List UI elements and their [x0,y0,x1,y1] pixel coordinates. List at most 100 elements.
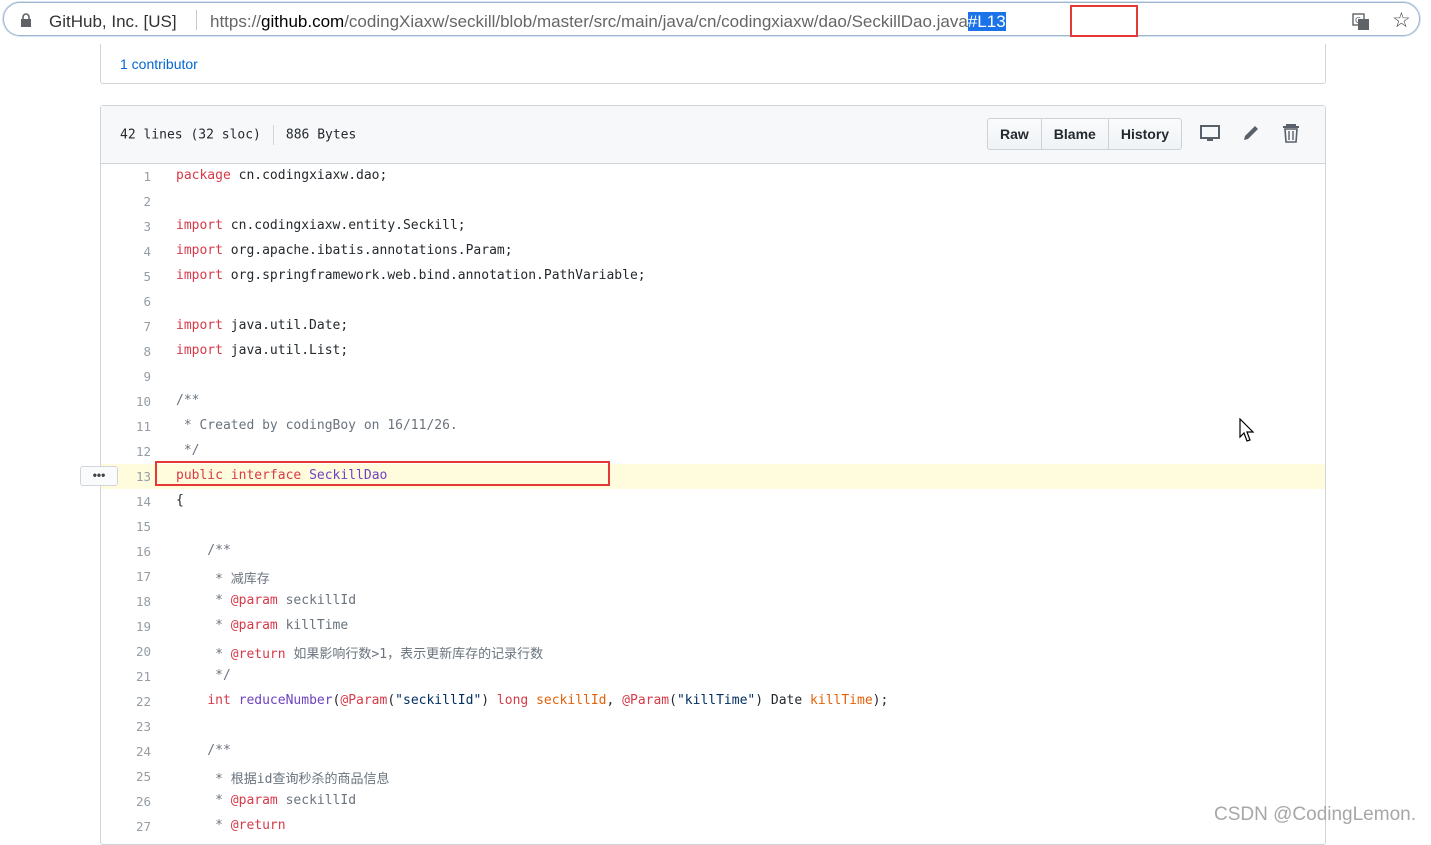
code-token: * 减库存 [176,572,270,587]
trash-icon[interactable] [1280,122,1302,144]
line-number[interactable]: 2 [101,194,151,209]
code-line: 10 /** [101,389,1325,414]
line-number[interactable]: 8 [101,344,151,359]
line-number[interactable]: 19 [101,619,151,634]
line-number[interactable]: 18 [101,594,151,609]
blame-button[interactable]: Blame [1040,118,1109,150]
line-number[interactable]: 4 [101,244,151,259]
contributors-box: 1 contributor [100,44,1326,84]
code-line: 17 * 减库存 [101,564,1325,589]
code-line: 6 [101,289,1325,314]
lock-icon[interactable] [20,13,32,27]
code-line: 22 int reduceNumber(@Param("seckillId") … [101,689,1325,714]
code-token: import [176,343,223,358]
code-token: reduceNumber [238,693,333,708]
url-highlight-annotation [1070,5,1138,37]
line-number[interactable]: 7 [101,319,151,334]
line-number[interactable]: 15 [101,519,151,534]
star-icon[interactable]: ☆ [1392,10,1411,31]
code-line: 11 * Created by codingBoy on 16/11/26. [101,414,1325,439]
line-number[interactable]: 20 [101,644,151,659]
code-token: * 根据id查询秒杀的商品信息 [176,772,390,787]
code-line: 26 * @param seckillId [101,789,1325,814]
line-number[interactable]: 9 [101,369,151,384]
line-content: import org.apache.ibatis.annotations.Par… [176,243,513,258]
code-token: int [207,693,231,708]
line-number[interactable]: 6 [101,294,151,309]
line-number[interactable]: 16 [101,544,151,559]
line-content: * Created by codingBoy on 16/11/26. [176,418,458,433]
code-line: 4 import org.apache.ibatis.annotations.Pa… [101,239,1325,264]
code-token: @Param [340,693,388,708]
code-line: 15 [101,514,1325,539]
line-number[interactable]: 21 [101,669,151,684]
line-actions-button[interactable]: ••• [80,466,118,486]
raw-button[interactable]: Raw [987,118,1042,150]
code-token: * Created by codingBoy on 16/11/26. [176,418,458,433]
file-size: 886 Bytes [285,127,357,143]
line-content: package cn.codingxiaxw.dao; [176,168,387,183]
code-token: */ [176,443,200,458]
line-content: { [176,493,184,508]
code-token: ( [669,693,677,708]
code-token: killTime [810,693,873,708]
translate-icon[interactable]: G [1352,13,1370,31]
code-token: long [496,693,529,708]
code-token: * [176,793,231,808]
code-token: * [176,618,231,633]
line-number[interactable]: 25 [101,769,151,784]
address-divider [196,10,197,30]
line-content: int reduceNumber(@Param("seckillId") lon… [176,693,888,708]
code-token: "seckillId" [395,693,482,708]
contributors-link[interactable]: 1 contributor [120,56,198,72]
code-token: seckillId [277,793,357,808]
code-token: @param [230,793,278,808]
line-number[interactable]: 14 [101,494,151,509]
code-token: java.util.List; [222,343,349,358]
code-token: org.apache.ibatis.annotations.Param; [222,243,513,258]
code-line: 27 * @return [101,814,1325,839]
line-number[interactable]: 12 [101,444,151,459]
code-line: 1 package cn.codingxiaxw.dao; [101,164,1325,189]
code-token: import [176,243,223,258]
desktop-icon[interactable] [1199,122,1221,144]
line-content: * @return 如果影响行数>1，表示更新库存的记录行数 [176,643,543,662]
line-number[interactable]: 22 [101,694,151,709]
url-text[interactable]: https://github.com/codingXiaxw/seckill/b… [210,12,1006,32]
file-info: 42 lines (32 sloc) 886 Bytes [120,125,356,145]
line-number[interactable]: 10 [101,394,151,409]
pencil-icon[interactable] [1240,122,1262,144]
line-number[interactable]: 11 [101,419,151,434]
code-line: 14 { [101,489,1325,514]
line-content: */ [176,443,200,458]
code-line: 21 */ [101,664,1325,689]
line-content: * @return [176,818,285,833]
file-header: 42 lines (32 sloc) 886 Bytes Raw Blame Hi… [101,106,1325,164]
line-content: * @param seckillId [176,793,356,808]
code-line: 5 import org.springframework.web.bind.ann… [101,264,1325,289]
site-identity[interactable]: GitHub, Inc. [US] [49,12,177,32]
line-number[interactable]: 17 [101,569,151,584]
line-number[interactable]: 1 [101,169,151,184]
line-number[interactable]: 24 [101,744,151,759]
code-token: ) Date [755,693,811,708]
code-line: 7 import java.util.Date; [101,314,1325,339]
line-content: * @param killTime [176,618,348,633]
url-hash: #L13 [967,12,1006,31]
code-line: 3 import cn.codingxiaxw.entity.Seckill; [101,214,1325,239]
line-number[interactable]: 23 [101,719,151,734]
address-bar[interactable]: GitHub, Inc. [US] https://github.com/cod… [3,2,1420,36]
code-token: /** [176,393,200,408]
code-token: cn.codingxiaxw.dao; [230,168,388,183]
line-number[interactable]: 26 [101,794,151,809]
code-token: /** [176,543,231,558]
line-number[interactable]: 3 [101,219,151,234]
line-number[interactable]: 27 [101,819,151,834]
line-number[interactable]: 5 [101,269,151,284]
history-button[interactable]: History [1107,118,1183,150]
code-token: cn.codingxiaxw.entity.Seckill; [222,218,466,233]
code-token: * [176,593,231,608]
code-token: java.util.Date; [222,318,349,333]
